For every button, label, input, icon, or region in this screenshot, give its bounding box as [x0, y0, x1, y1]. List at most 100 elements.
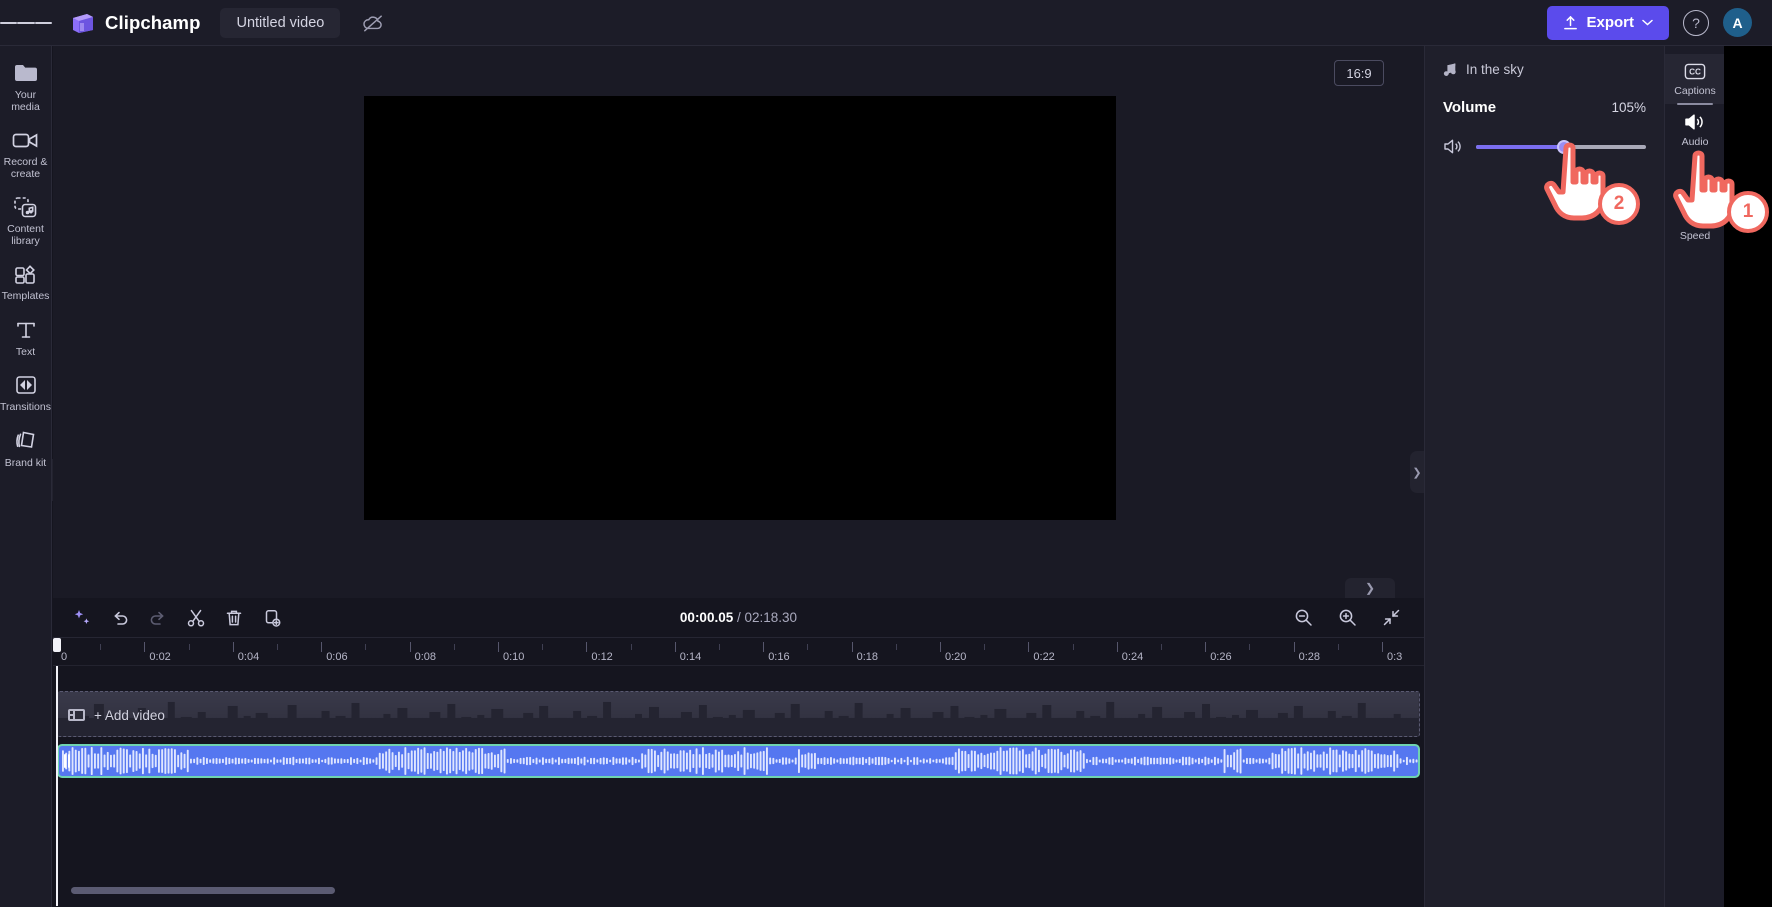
volume-value: 105% — [1611, 100, 1646, 115]
time-separator: / — [736, 610, 741, 625]
timeline-tools — [53, 603, 287, 633]
ruler-tick-minor — [542, 644, 544, 650]
duplicate-icon[interactable] — [257, 603, 287, 633]
content-library-icon — [13, 194, 38, 220]
ruler-tick — [763, 642, 765, 652]
volume-slider[interactable] — [1476, 139, 1646, 154]
ruler-tick — [1028, 642, 1030, 652]
aspect-ratio-button[interactable]: 16:9 — [1334, 60, 1384, 86]
sidebar-item-record-create[interactable]: Record & create — [0, 127, 52, 180]
sidebar-item-your-media[interactable]: Your media — [0, 60, 52, 113]
sidebar-item-brand-kit[interactable]: Brand kit — [0, 428, 52, 470]
ruler-label: 0 — [61, 651, 68, 663]
stage-chevron-right-icon[interactable]: ❯ — [1410, 451, 1424, 493]
ruler-tick — [940, 642, 941, 652]
sidebar-label: Templates — [1, 290, 50, 302]
hamburger-icon[interactable] — [0, 0, 52, 46]
playhead[interactable] — [53, 638, 61, 906]
collapse-preview-chevron-down-icon[interactable]: ❯ — [1345, 578, 1395, 598]
playhead-handle[interactable] — [53, 638, 61, 652]
ruler-tick-minor — [630, 644, 632, 650]
audio-clip[interactable] — [57, 744, 1420, 778]
tool-tab-audio[interactable]: Audio — [1665, 104, 1725, 155]
ruler-label: 0:12 — [591, 651, 613, 663]
sidebar-item-content-library[interactable]: Content library — [0, 194, 52, 247]
ruler-label: 0:28 — [1298, 651, 1321, 663]
text-icon — [15, 317, 37, 343]
scissors-icon[interactable] — [181, 603, 211, 633]
help-icon[interactable]: ? — [1683, 9, 1709, 36]
avatar[interactable]: A — [1723, 8, 1752, 37]
add-video-button[interactable]: + Add video — [68, 692, 165, 736]
sidebar-item-text[interactable]: Text — [0, 317, 52, 359]
selected-clip-header: In the sky — [1443, 62, 1646, 77]
video-track[interactable]: + Add video — [57, 691, 1420, 737]
clipchamp-video-editor: Clipchamp Untitled video Export ? A Your… — [0, 0, 1772, 907]
ruler-tick-minor — [895, 644, 897, 650]
chevron-down-icon — [1642, 19, 1653, 26]
video-preview-canvas[interactable] — [364, 96, 1116, 520]
timeline: 00:00.05 / 02:18.30 0 0:02 0:04 0:06 0:0… — [53, 598, 1424, 907]
templates-icon — [14, 261, 38, 287]
ruler-tick — [144, 642, 146, 652]
timeline-tracks: + Add video — [53, 638, 1424, 906]
ruler-tick-minor — [277, 644, 278, 650]
export-button[interactable]: Export — [1547, 5, 1669, 40]
tool-tab-label: Captions — [1674, 85, 1716, 97]
sidebar-label: Brand kit — [4, 456, 47, 469]
music-note-icon — [1443, 62, 1457, 77]
tool-tab-captions[interactable]: CC Captions — [1665, 54, 1725, 105]
top-bar: Clipchamp Untitled video Export ? A — [0, 0, 1772, 46]
redo-icon[interactable] — [143, 603, 173, 633]
audio-waveform — [62, 747, 1418, 775]
volume-slider-fill — [1476, 144, 1565, 149]
fit-to-screen-icon[interactable] — [1376, 603, 1406, 633]
ruler-tick — [1116, 642, 1118, 652]
export-label: Export — [1586, 14, 1634, 31]
closed-captions-icon: CC — [1684, 63, 1706, 80]
ruler-tick-minor — [100, 644, 102, 650]
clipchamp-logo-icon — [70, 12, 96, 34]
tool-tab-label: Audio — [1681, 136, 1709, 148]
sidebar-label: Text — [15, 345, 36, 358]
ruler-tick-minor — [188, 644, 190, 650]
video-thumbnail-strip — [58, 692, 1419, 736]
ruler-tick-minor — [1072, 644, 1074, 650]
horizontal-scrollbar[interactable] — [71, 887, 335, 894]
timeline-ruler[interactable]: 0 0:02 0:04 0:06 0:08 0:10 0:12 0:14 0:16 0:18 0:2… — [53, 638, 1424, 666]
sidebar-label: Your media — [11, 89, 40, 113]
ruler-tick — [409, 642, 411, 652]
clip-left-handle[interactable] — [61, 748, 73, 774]
brand-name: Clipchamp — [105, 11, 201, 33]
tool-tab-label: Speed — [1679, 230, 1711, 242]
top-bar-actions: Export ? A — [1547, 5, 1772, 40]
volume-row: Volume 105% — [1443, 99, 1646, 116]
project-title-input[interactable]: Untitled video — [220, 7, 341, 38]
current-time: 00:00.05 — [679, 610, 734, 625]
ruler-label: 0:14 — [679, 651, 702, 663]
tool-tab-hidden[interactable] — [1665, 155, 1725, 194]
tool-tab-speed[interactable]: Speed — [1665, 194, 1725, 249]
undo-icon[interactable] — [105, 603, 135, 633]
volume-slider-row — [1443, 138, 1646, 155]
svg-text:CC: CC — [1689, 68, 1701, 77]
sidebar-item-templates[interactable]: Templates — [0, 261, 52, 303]
ruler-label: 0:22 — [1033, 651, 1055, 663]
zoom-in-icon[interactable] — [1332, 603, 1362, 633]
ruler-tick — [1382, 642, 1383, 652]
selected-clip-name: In the sky — [1466, 62, 1524, 77]
video-camera-icon — [12, 127, 39, 153]
ruler-tick — [498, 642, 499, 652]
total-time: 02:18.30 — [744, 610, 798, 625]
ruler-tick-minor — [453, 644, 455, 650]
speaker-loud-icon — [1684, 113, 1706, 131]
volume-slider-knob[interactable] — [1557, 139, 1572, 154]
sparkle-icon[interactable] — [67, 603, 97, 633]
speaker-icon[interactable] — [1443, 138, 1462, 155]
speedometer-icon — [1684, 203, 1706, 225]
sidebar-item-transitions[interactable]: Transitions — [0, 372, 52, 414]
zoom-out-icon[interactable] — [1288, 603, 1318, 633]
trash-icon[interactable] — [219, 603, 249, 633]
cloud-off-icon[interactable] — [358, 8, 388, 38]
sidebar-label: Record & create — [3, 156, 48, 180]
